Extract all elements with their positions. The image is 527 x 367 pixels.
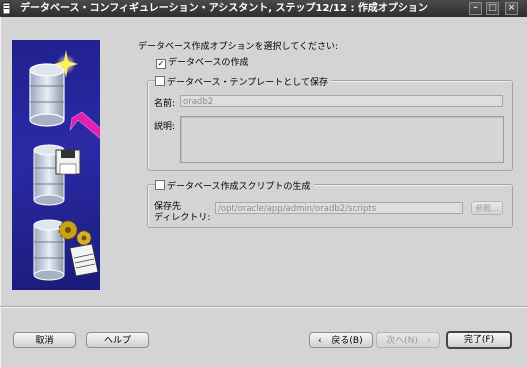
template-description-field[interactable] (180, 116, 504, 163)
template-name-field[interactable]: oradb2 (180, 95, 503, 107)
title-bar: データベース・コンフィギュレーション・アシスタント, ステップ12/12 : 作… (0, 0, 527, 17)
checkbox-unchecked-icon[interactable] (155, 76, 165, 86)
help-button[interactable]: ヘルプ (86, 332, 149, 348)
close-icon[interactable]: × (505, 2, 518, 15)
save-template-label: データベース・テンプレートとして保存 (167, 78, 329, 88)
finish-button[interactable]: 完了(F) (446, 331, 512, 349)
footer-separator (0, 306, 527, 308)
prompt-label: データベース作成オプションを選択してください: (138, 42, 339, 52)
create-database-label: データベースの作成 (168, 58, 249, 68)
chevron-left-icon: ‹ (318, 336, 322, 346)
checkbox-unchecked-icon[interactable] (155, 180, 165, 190)
next-button[interactable]: 次へ(N) › (376, 332, 440, 348)
back-button-label: 戻る(B) (331, 336, 363, 346)
destination-label-line2: ディレクトリ: (154, 213, 211, 223)
next-button-label: 次へ(N) (386, 336, 418, 346)
window-title: データベース・コンフィギュレーション・アシスタント, ステップ12/12 : 作… (20, 3, 428, 14)
destination-directory-field[interactable]: /opt/oracle/app/admin/oradb2/scripts (215, 202, 463, 214)
browse-button[interactable]: 参照... (471, 201, 503, 215)
save-template-checkbox[interactable]: データベース・テンプレートとして保存 (155, 75, 332, 88)
checkbox-checked-icon[interactable]: ✓ (156, 59, 166, 69)
template-name-label: 名前: (154, 99, 176, 109)
minimize-icon[interactable]: – (469, 2, 482, 15)
template-description-label: 説明: (154, 122, 176, 132)
database-illustration-icon (29, 50, 100, 281)
create-database-checkbox[interactable]: ✓ データベースの作成 (156, 55, 249, 69)
wizard-illustration (12, 40, 100, 290)
generate-scripts-label: データベース作成スクリプトの生成 (167, 182, 311, 192)
chevron-right-icon: › (427, 336, 431, 346)
back-button[interactable]: ‹ 戻る(B) (309, 332, 373, 348)
maximize-icon[interactable]: □ (486, 2, 499, 15)
app-icon (2, 2, 11, 15)
cancel-button[interactable]: 取消 (13, 332, 76, 348)
generate-scripts-checkbox[interactable]: データベース作成スクリプトの生成 (155, 179, 314, 192)
